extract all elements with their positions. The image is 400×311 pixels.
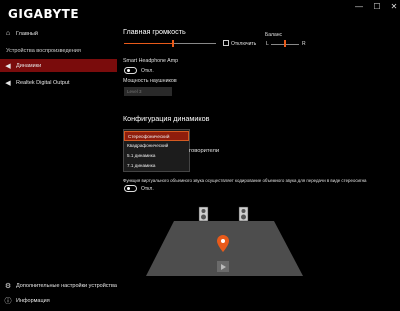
front-left-speaker[interactable]	[198, 206, 209, 222]
app-window: GIGABYTE — ☐ ✕ ⌂ Главный Устройства восп…	[0, 0, 400, 311]
front-right-speaker[interactable]	[238, 206, 249, 222]
speaker-stage	[146, 206, 303, 276]
play-test-button[interactable]	[217, 261, 229, 272]
